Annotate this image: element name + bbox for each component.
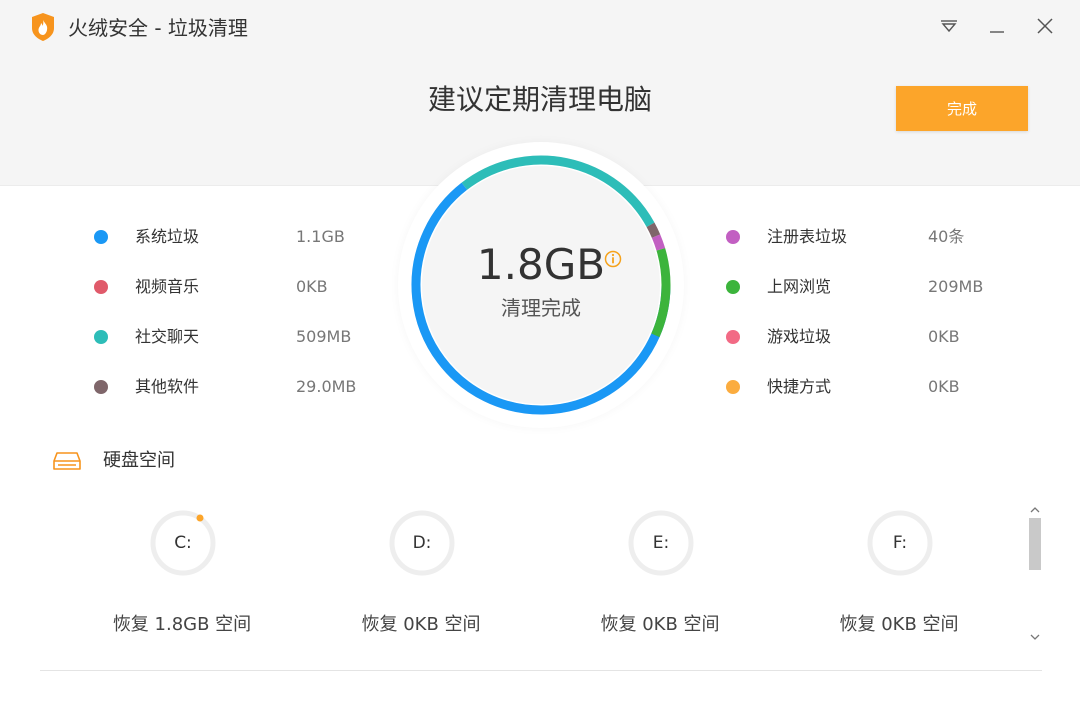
menu-dropdown-icon: [941, 20, 957, 33]
drive-recovered-label: 恢复 0KB 空间: [361, 614, 481, 635]
window-title: 火绒安全 - 垃圾清理: [68, 16, 248, 40]
drive-e[interactable]: E: 恢复 0KB 空间: [560, 508, 760, 648]
scrollbar-thumb[interactable]: [1029, 518, 1041, 570]
drive-recovered-label: 恢复 0KB 空间: [600, 614, 720, 635]
category-item: 视频音乐 0KB: [94, 275, 394, 299]
disk-space-title: 硬盘空间: [103, 450, 175, 471]
close-icon: [1037, 18, 1053, 34]
category-item: 游戏垃圾 0KB: [726, 325, 1026, 349]
category-name: 快捷方式: [767, 377, 832, 396]
info-icon[interactable]: [604, 250, 622, 268]
minimize-icon: [990, 31, 1004, 33]
category-name: 社交聊天: [135, 327, 200, 346]
category-dot: [94, 380, 108, 394]
cleanup-status-label: 清理完成: [501, 296, 581, 320]
category-value: 209MB: [928, 277, 984, 296]
category-item: 社交聊天 509MB: [94, 325, 394, 349]
huorong-logo-icon: [32, 13, 54, 41]
category-value: 509MB: [296, 327, 352, 346]
category-item: 快捷方式 0KB: [726, 375, 1026, 399]
category-dot: [726, 230, 740, 244]
drive-letter: F:: [892, 533, 908, 553]
category-name: 视频音乐: [135, 277, 200, 296]
category-dot: [726, 380, 740, 394]
category-name: 系统垃圾: [135, 227, 200, 246]
category-dot: [94, 330, 108, 344]
drive-letter: C:: [174, 533, 192, 553]
category-item: 其他软件 29.0MB: [94, 375, 394, 399]
category-dot: [726, 280, 740, 294]
drive-f[interactable]: F: 恢复 0KB 空间: [799, 508, 999, 648]
category-value: 40条: [928, 227, 965, 246]
drive-recovered-label: 恢复 0KB 空间: [839, 614, 959, 635]
category-dot: [94, 280, 108, 294]
category-value: 0KB: [296, 277, 328, 296]
done-button[interactable]: 完成: [896, 86, 1028, 131]
drive-c[interactable]: C: 恢复 1.8GB 空间: [82, 508, 282, 648]
drive-letter: D:: [412, 533, 432, 553]
category-item: 上网浏览 209MB: [726, 275, 1026, 299]
hard-disk-icon: [53, 452, 81, 470]
cleanup-gauge: 1.8GB 清理完成: [398, 142, 684, 428]
category-name: 其他软件: [135, 377, 200, 396]
gauge-segment: [646, 222, 661, 238]
category-dot: [726, 330, 740, 344]
cleaned-size-value: 1.8GB: [476, 240, 606, 289]
category-value: 0KB: [928, 377, 960, 396]
bottom-divider: [40, 670, 1042, 671]
scroll-up-chevron-icon[interactable]: [1027, 503, 1043, 517]
category-value: 1.1GB: [296, 227, 345, 246]
drive-d[interactable]: D: 恢复 0KB 空间: [321, 508, 521, 648]
category-value: 29.0MB: [296, 377, 357, 396]
title-bar: 火绒安全 - 垃圾清理: [0, 0, 1080, 56]
drive-recovered-label: 恢复 1.8GB 空间: [112, 614, 252, 635]
category-name: 上网浏览: [767, 277, 832, 296]
category-name: 游戏垃圾: [767, 327, 832, 346]
drive-letter: E:: [652, 533, 670, 553]
category-item: 注册表垃圾 40条: [726, 225, 1026, 249]
menu-button[interactable]: [937, 14, 961, 38]
category-name: 注册表垃圾: [767, 227, 848, 246]
close-button[interactable]: [1033, 14, 1057, 38]
category-dot: [94, 230, 108, 244]
category-value: 0KB: [928, 327, 960, 346]
minimize-button[interactable]: [985, 14, 1009, 38]
scroll-down-chevron-icon[interactable]: [1027, 630, 1043, 644]
category-item: 系统垃圾 1.1GB: [94, 225, 394, 249]
